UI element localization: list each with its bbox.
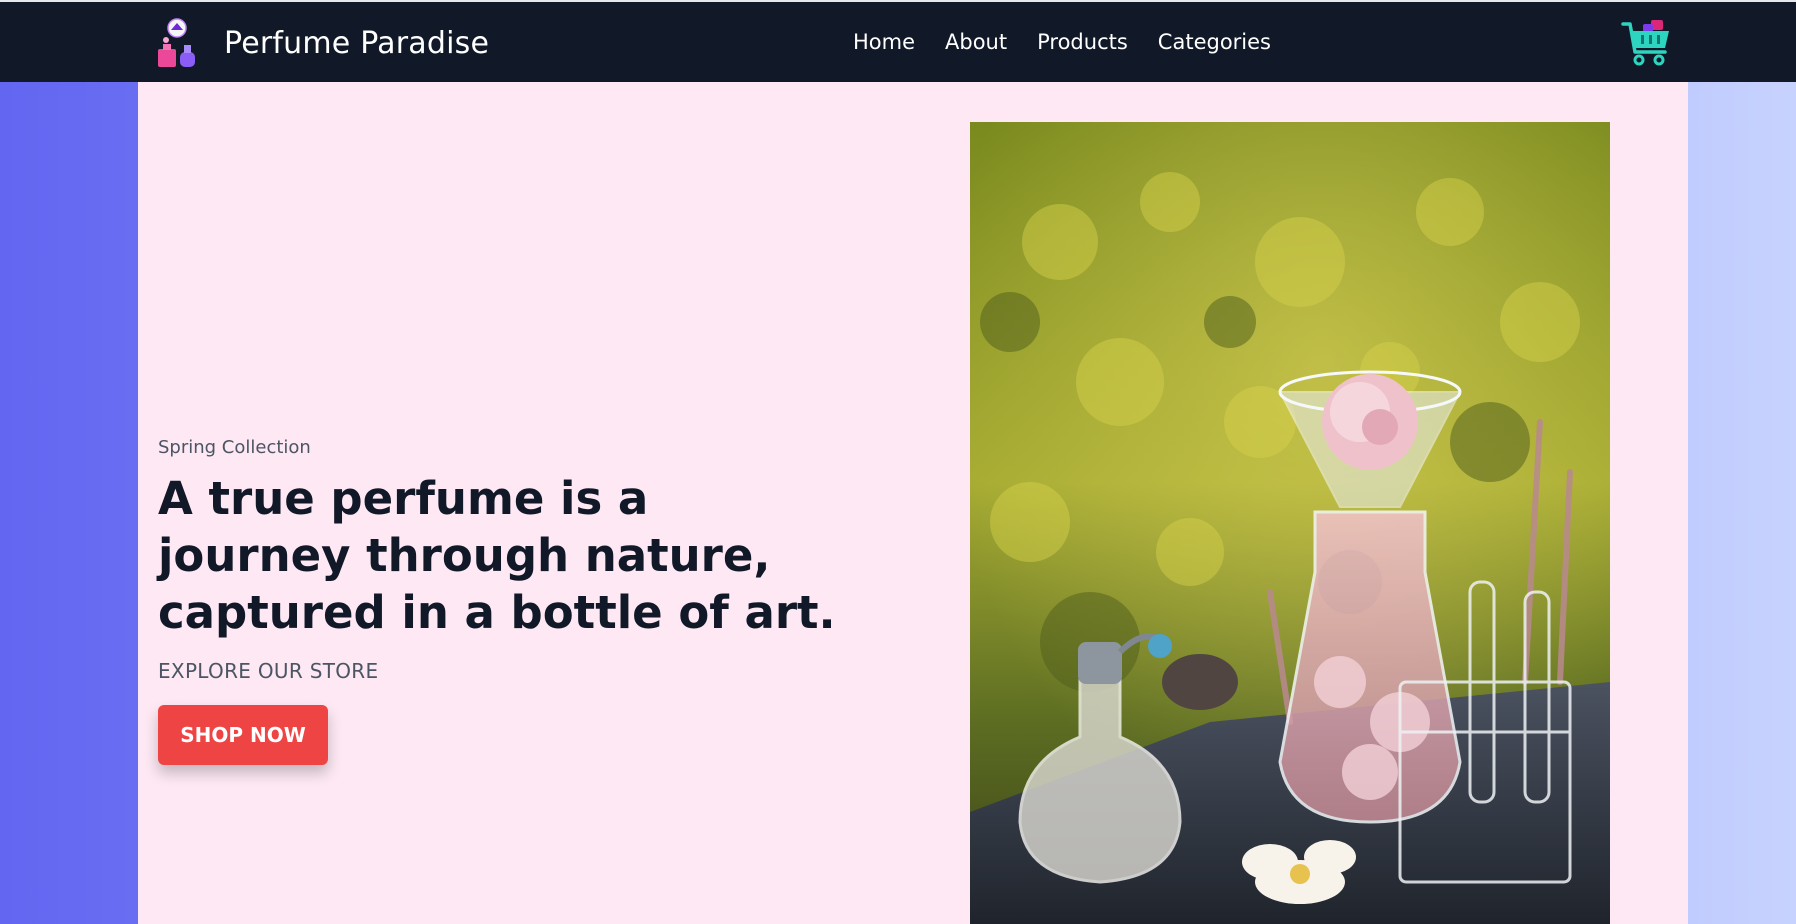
hero-headline: A true perfume is a journey through natu…	[158, 472, 836, 639]
nav-link-home[interactable]: Home	[853, 30, 915, 54]
brand[interactable]: Perfume Paradise	[155, 16, 489, 70]
nav-link-categories[interactable]: Categories	[1158, 30, 1271, 54]
hero-subtext: EXPLORE OUR STORE	[158, 659, 379, 683]
shopping-cart-icon[interactable]	[1621, 18, 1673, 68]
shop-now-button[interactable]: SHOP NOW	[158, 705, 328, 765]
hero-section: Spring Collection A true perfume is a jo…	[138, 82, 1688, 924]
nav-link-products[interactable]: Products	[1037, 30, 1128, 54]
brand-name: Perfume Paradise	[224, 25, 490, 61]
hero-image	[970, 122, 1610, 924]
top-navbar: Perfume Paradise Home About Products Cat…	[0, 0, 1796, 82]
nav-links: Home About Products Categories	[853, 30, 1271, 54]
perfume-bottles-icon	[155, 16, 199, 70]
hero-text: Spring Collection A true perfume is a jo…	[158, 437, 858, 765]
hero-eyebrow: Spring Collection	[158, 437, 311, 458]
nav-link-about[interactable]: About	[945, 30, 1007, 54]
